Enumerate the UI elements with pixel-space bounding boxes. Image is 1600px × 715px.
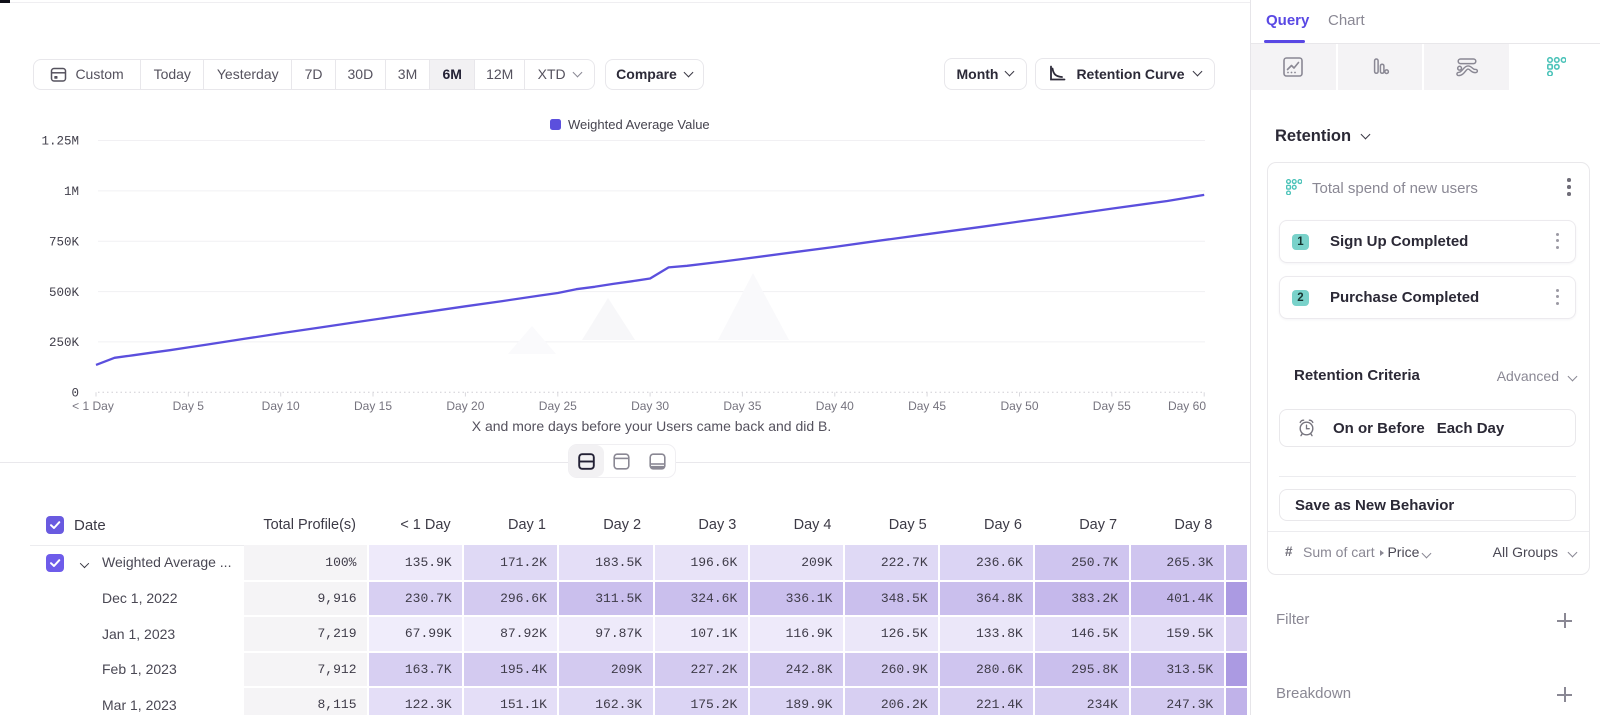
svg-text:500K: 500K bbox=[49, 286, 80, 300]
svg-text:Day 60: Day 60 bbox=[1168, 399, 1206, 413]
svg-text:Day 15: Day 15 bbox=[354, 399, 392, 413]
svg-text:Day 40: Day 40 bbox=[816, 399, 854, 413]
svg-text:1.25M: 1.25M bbox=[41, 135, 79, 149]
svg-text:Day 45: Day 45 bbox=[908, 399, 946, 413]
svg-text:< 1 Day: < 1 Day bbox=[72, 399, 114, 413]
svg-text:1M: 1M bbox=[64, 185, 79, 199]
svg-text:Day 20: Day 20 bbox=[446, 399, 484, 413]
svg-text:Day 50: Day 50 bbox=[1000, 399, 1038, 413]
svg-text:Day 55: Day 55 bbox=[1093, 399, 1131, 413]
svg-text:Day 35: Day 35 bbox=[723, 399, 761, 413]
svg-text:250K: 250K bbox=[49, 336, 80, 350]
svg-text:Day 10: Day 10 bbox=[262, 399, 300, 413]
svg-text:Day 5: Day 5 bbox=[173, 399, 205, 413]
svg-text:Day 25: Day 25 bbox=[539, 399, 577, 413]
svg-text:Day 30: Day 30 bbox=[631, 399, 669, 413]
svg-text:750K: 750K bbox=[49, 235, 80, 249]
